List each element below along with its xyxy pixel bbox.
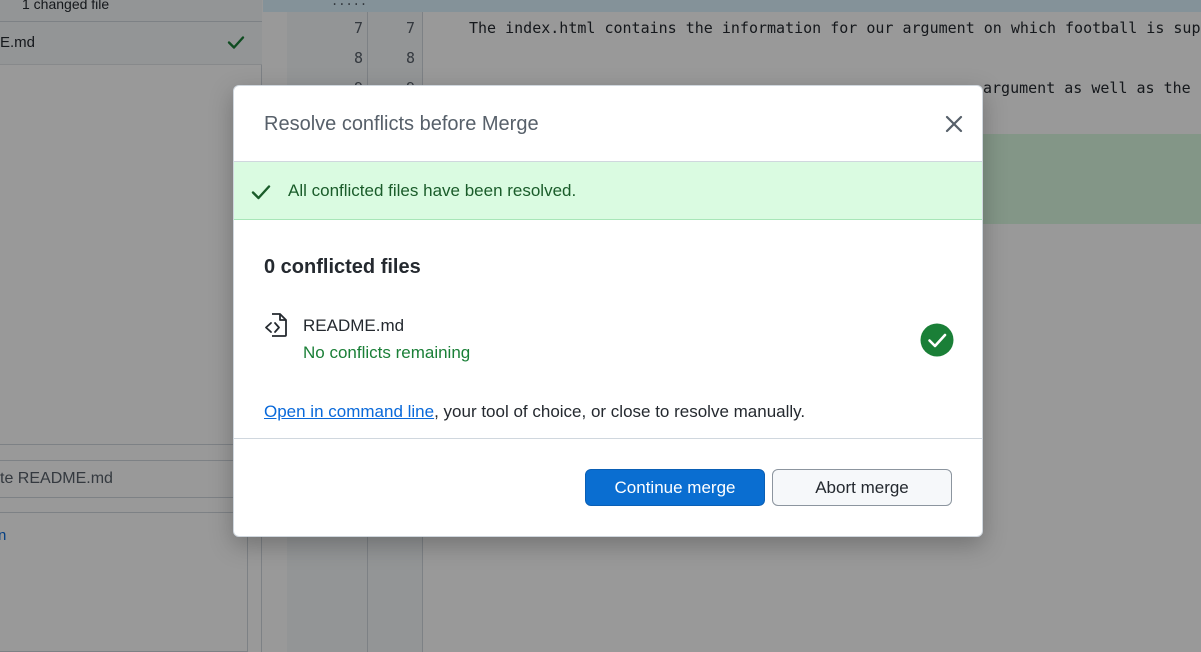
conflicted-file-item: README.md No conflicts remaining (264, 312, 954, 368)
resolve-conflicts-dialog: Resolve conflicts before Merge All confl… (233, 85, 983, 537)
conflicted-file-name: README.md (303, 316, 405, 335)
check-icon (251, 185, 271, 200)
conflicted-file-status: No conflicts remaining (303, 343, 471, 362)
close-icon[interactable] (942, 112, 966, 136)
continue-merge-button[interactable]: Continue merge (585, 469, 765, 506)
check-circle-icon (920, 323, 954, 357)
help-rest-text: , your tool of choice, or close to resol… (434, 402, 806, 421)
abort-merge-button[interactable]: Abort merge (772, 469, 952, 506)
conflicted-files-count: 0 conflicted files (264, 256, 421, 278)
success-banner: All conflicted files have been resolved. (234, 162, 982, 220)
resolve-help-text: Open in command line, your tool of choic… (264, 402, 805, 422)
banner-message: All conflicted files have been resolved. (288, 181, 577, 200)
footer-divider (234, 438, 982, 439)
open-in-command-line-link[interactable]: Open in command line (264, 402, 434, 421)
dialog-header: Resolve conflicts before Merge (234, 86, 982, 162)
dialog-title: Resolve conflicts before Merge (264, 113, 539, 135)
file-code-icon (265, 313, 287, 337)
